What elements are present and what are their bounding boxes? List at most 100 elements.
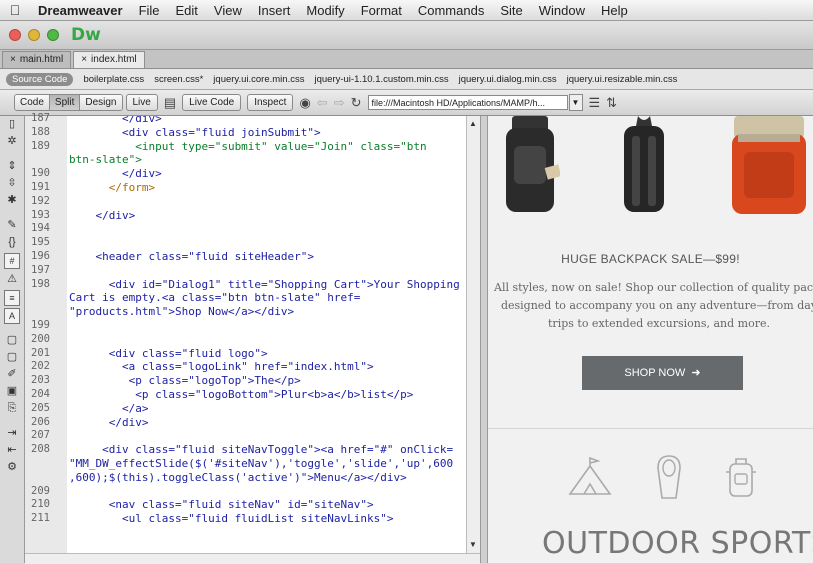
recent-snippets-icon[interactable]: ▣ — [0, 383, 24, 400]
related-file[interactable]: boilerplate.css — [83, 74, 144, 85]
live-code-button[interactable]: Live Code — [182, 94, 242, 111]
collapse-tag-icon[interactable]: ⇕ — [0, 158, 24, 175]
code-line[interactable]: <nav class="fluid siteNav" id="siteNav"> — [69, 498, 374, 511]
balance-braces-icon[interactable]: {} — [0, 234, 24, 251]
code-line[interactable]: "MM_DW_effectSlide($('#siteNav'),'toggle… — [69, 457, 453, 470]
code-line[interactable]: <input type="submit" value="Join" class=… — [69, 140, 426, 153]
code-line[interactable]: <header class="fluid siteHeader"> — [69, 250, 314, 263]
tab-index-html[interactable]: × index.html — [73, 51, 145, 68]
move-css-icon[interactable]: ⎘ — [0, 400, 24, 417]
menu-edit[interactable]: Edit — [168, 3, 206, 18]
menu-insert[interactable]: Insert — [250, 3, 299, 18]
related-file[interactable]: jquery-ui-1.10.1.custom.min.css — [314, 74, 448, 85]
code-vertical-scrollbar[interactable]: ▲ ▼ — [466, 116, 481, 553]
related-file-source-code[interactable]: Source Code — [6, 72, 74, 86]
related-file[interactable]: jquery.ui.core.min.css — [213, 74, 304, 85]
inspect-button[interactable]: Inspect — [247, 94, 294, 111]
word-wrap-icon[interactable]: ≡ — [4, 290, 20, 306]
arrow-right-icon: ➜ — [688, 367, 701, 379]
multiscreen-icon[interactable]: ▤ — [164, 95, 176, 111]
line-number: 190 — [31, 167, 50, 180]
code-line[interactable]: <p class="logoTop">The</p> — [69, 374, 301, 387]
tab-main-html[interactable]: × main.html — [2, 51, 72, 68]
line-number: 208 — [31, 443, 50, 456]
code-line[interactable]: </a> — [69, 402, 149, 415]
related-file[interactable]: jquery.ui.dialog.min.css — [459, 74, 557, 85]
code-line[interactable]: <a class="logoLink" href="index.html"> — [69, 360, 374, 373]
apply-comment-icon[interactable]: ▢ — [0, 332, 24, 349]
code-line[interactable]: </div> — [69, 116, 162, 125]
code-line[interactable]: Cart is empty.<a class="btn btn-slate" h… — [69, 291, 360, 304]
split-divider[interactable] — [480, 116, 488, 563]
code-line[interactable]: </div> — [69, 209, 135, 222]
line-number: 201 — [31, 346, 50, 359]
wrap-tag-icon[interactable]: ✐ — [0, 366, 24, 383]
code-line[interactable]: <div id="Dialog1" title="Shopping Cart">… — [69, 278, 460, 291]
line-number: 204 — [31, 388, 50, 400]
document-tab-bar: × main.html × index.html — [0, 50, 813, 69]
app-logo: Dw — [71, 25, 101, 45]
live-view-button[interactable]: Live — [125, 94, 158, 111]
code-view-button[interactable]: Code — [15, 95, 50, 110]
outdent-code-icon[interactable]: ⇤ — [0, 442, 24, 459]
minimize-window-button[interactable] — [28, 29, 40, 41]
code-line[interactable]: "products.html">Shop Now</a></div> — [69, 305, 294, 318]
code-line[interactable]: </div> — [69, 167, 162, 180]
address-field[interactable]: file:///Macintosh HD/Applications/MAMP/h… — [367, 95, 568, 110]
backpack-icon — [726, 458, 756, 497]
code-line[interactable]: </div> — [69, 416, 149, 429]
open-documents-icon[interactable]: ▯ — [0, 116, 24, 133]
syntax-coloring-icon[interactable]: A — [4, 308, 20, 324]
code-horizontal-scrollbar[interactable] — [25, 553, 480, 564]
split-view-button[interactable]: Split — [49, 95, 81, 110]
related-file[interactable]: jquery.ui.resizable.min.css — [567, 74, 678, 85]
shop-now-button[interactable]: SHOP NOW ➜ — [582, 356, 743, 390]
line-number: 192 — [31, 194, 50, 207]
scroll-down-icon[interactable]: ▼ — [469, 540, 477, 549]
line-number: 200 — [31, 332, 50, 345]
code-line[interactable]: <ul class="fluid fluidList siteNavLinks"… — [69, 512, 394, 525]
show-code-navigator-icon[interactable]: ✲ — [0, 133, 24, 150]
menu-app-name[interactable]: Dreamweaver — [30, 3, 131, 18]
address-dropdown-icon[interactable]: ▼ — [568, 94, 583, 111]
menu-site[interactable]: Site — [492, 3, 530, 18]
remove-comment-icon[interactable]: ▢ — [0, 349, 24, 366]
zoom-window-button[interactable] — [47, 29, 59, 41]
code-line[interactable]: btn-slate"> — [69, 153, 142, 166]
view-options-icon[interactable]: ☰ — [589, 95, 601, 111]
menu-view[interactable]: View — [206, 3, 250, 18]
scroll-up-icon[interactable]: ▲ — [469, 119, 477, 128]
code-editor[interactable]: </div> <div class="fluid joinSubmit"> <i… — [67, 116, 466, 553]
format-source-icon[interactable]: ⚙ — [0, 459, 24, 476]
menu-help[interactable]: Help — [593, 3, 636, 18]
code-line[interactable]: <div class="fluid logo"> — [69, 347, 268, 360]
select-parent-tag-icon[interactable]: ✎ — [0, 217, 24, 234]
file-management-icon[interactable]: ⇅ — [606, 95, 617, 111]
apple-icon[interactable]:  — [0, 2, 30, 18]
menu-modify[interactable]: Modify — [298, 3, 352, 18]
design-view-button[interactable]: Design — [80, 95, 122, 110]
close-window-button[interactable] — [9, 29, 21, 41]
code-line[interactable]: ,600);$(this).toggleClass('active')">Men… — [69, 471, 407, 484]
indent-code-icon[interactable]: ⇥ — [0, 425, 24, 442]
back-arrow-icon[interactable]: ⇦ — [317, 95, 328, 111]
close-tab-icon[interactable]: × — [81, 54, 87, 65]
highlight-invalid-code-icon[interactable]: ⚠ — [0, 271, 24, 288]
line-numbers-icon[interactable]: # — [4, 253, 20, 269]
refresh-icon[interactable]: ↻ — [351, 95, 362, 111]
menu-commands[interactable]: Commands — [410, 3, 492, 18]
menu-format[interactable]: Format — [353, 3, 410, 18]
menu-window[interactable]: Window — [531, 3, 593, 18]
close-tab-icon[interactable]: × — [10, 54, 16, 65]
sale-description-line: All styles, now on sale! Shop our collec… — [494, 281, 813, 294]
code-line[interactable]: <p class="logoBottom">Plur<b>a</b>list</… — [69, 388, 413, 401]
code-line[interactable]: <div class="fluid joinSubmit"> — [69, 126, 321, 139]
forward-arrow-icon[interactable]: ⇨ — [334, 95, 345, 111]
collapse-selection-icon[interactable]: ⇳ — [0, 175, 24, 192]
related-file[interactable]: screen.css* — [154, 74, 203, 85]
code-line[interactable]: <div class="fluid siteNavToggle"><a href… — [69, 443, 453, 456]
menu-file[interactable]: File — [131, 3, 168, 18]
code-line[interactable]: </form> — [69, 181, 155, 194]
browser-preview-icon[interactable]: ◉ — [299, 95, 310, 111]
expand-all-icon[interactable]: ✱ — [0, 192, 24, 209]
